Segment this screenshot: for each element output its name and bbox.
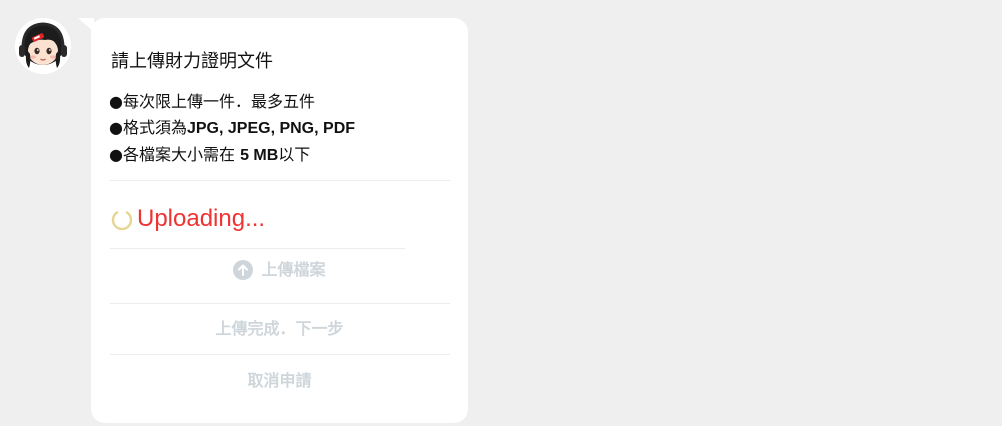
loading-spinner-icon: [111, 211, 133, 230]
arrow-up-circle-icon: [233, 260, 254, 280]
uploading-text: Uploading...: [137, 205, 266, 232]
rule-format-prefix: ●格式須為: [109, 118, 187, 137]
upload-file-button-label: 上傳檔案: [261, 260, 326, 279]
rule-line-count: ●每次限上傳一件．最多五件: [109, 92, 315, 111]
rule-line-size: ●各檔案大小需在 5 MB以下: [109, 142, 355, 169]
message-title: 請上傳財力證明文件: [111, 51, 273, 72]
cancel-application-label: 取消申請: [247, 371, 312, 390]
rule-line-format: ●格式須為JPG, JPEG, PNG, PDF: [109, 115, 355, 142]
bot-avatar: [15, 18, 71, 74]
rule-size-limit: 5 MB: [240, 147, 279, 164]
divider: [110, 303, 450, 304]
upload-file-button[interactable]: 上傳檔案: [109, 258, 450, 282]
message-bubble: 請上傳財力證明文件 ●每次限上傳一件．最多五件 ●格式須為JPG, JPEG, …: [91, 18, 468, 423]
upload-complete-next-button[interactable]: 上傳完成．下一步: [109, 316, 450, 342]
rule-size-suffix: 以下: [278, 145, 311, 164]
upload-file-button-content[interactable]: 上傳檔案: [233, 258, 326, 282]
divider: [110, 248, 405, 249]
upload-complete-next-label: 上傳完成．下一步: [215, 319, 344, 338]
upload-rules: ●每次限上傳一件．最多五件 ●格式須為JPG, JPEG, PNG, PDF ●…: [109, 89, 355, 169]
rule-size-prefix: ●各檔案大小需在: [109, 145, 241, 164]
uploading-status: Uploading...: [111, 204, 265, 234]
rule-format-types: JPG, JPEG, PNG, PDF: [186, 120, 356, 137]
girl-avatar-icon: [15, 18, 71, 74]
cancel-application-button[interactable]: 取消申請: [109, 368, 450, 394]
divider: [110, 354, 450, 355]
divider: [110, 180, 450, 181]
